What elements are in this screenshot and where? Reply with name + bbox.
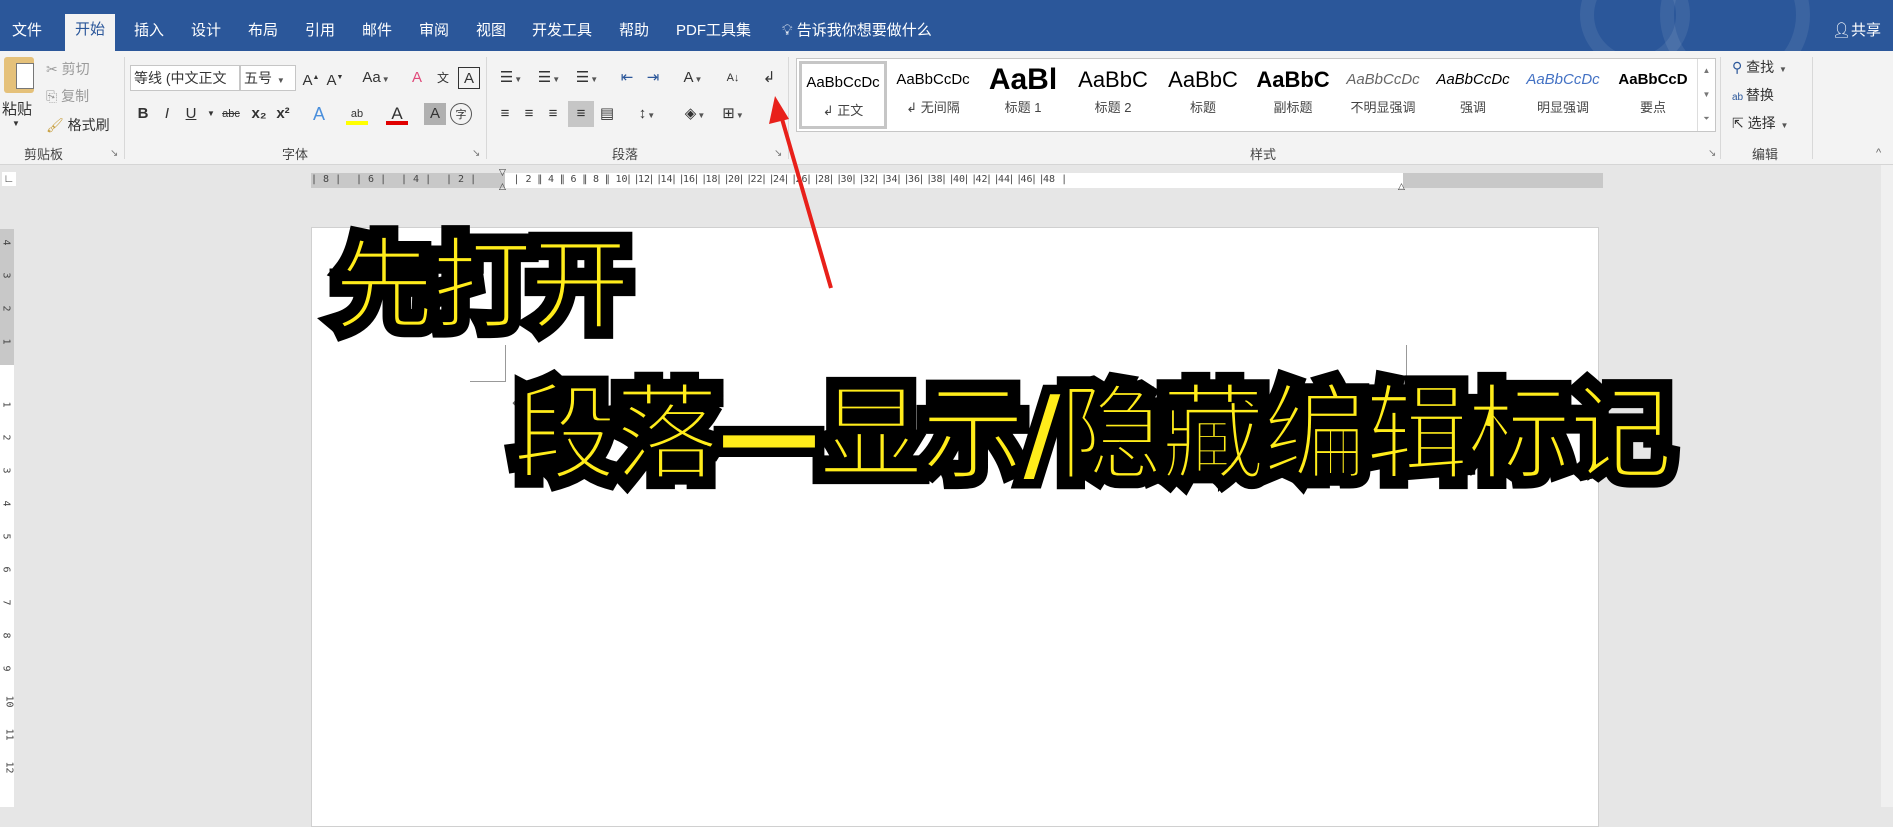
red-arrow-annotation — [769, 96, 833, 289]
arrow-shaft — [778, 111, 833, 289]
arrow-head — [769, 96, 789, 124]
